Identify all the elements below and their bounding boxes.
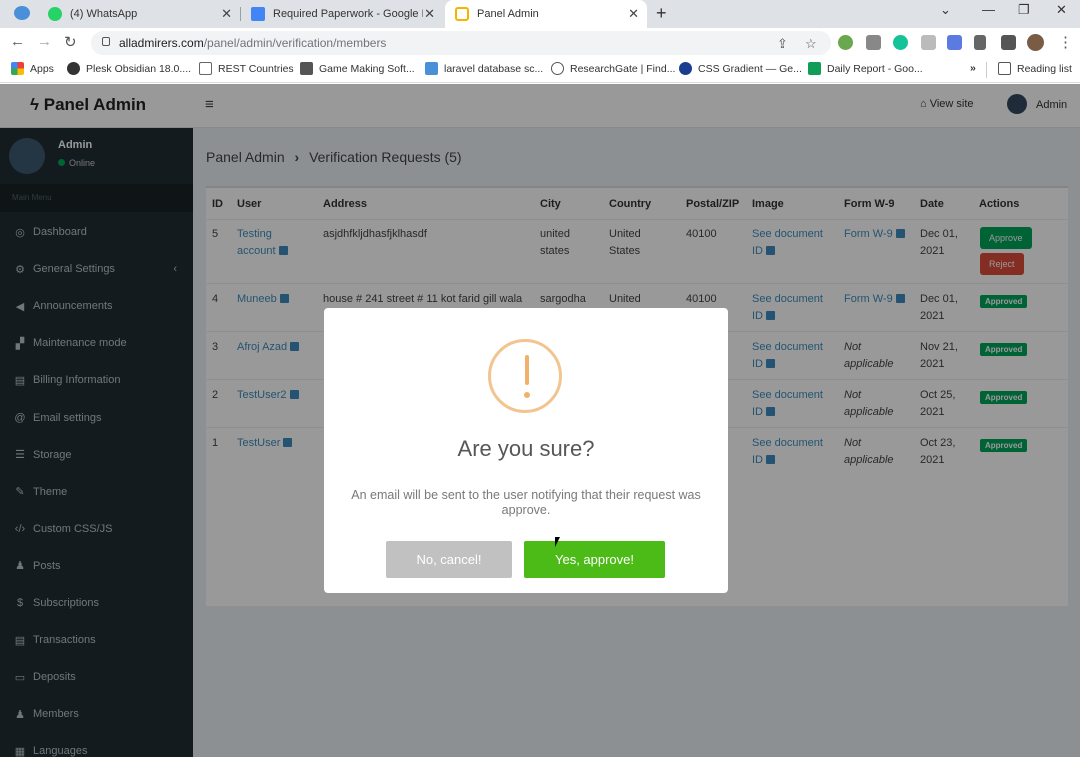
dialog-message: An email will be sent to the user notify… (351, 488, 701, 517)
eyedropper-icon[interactable] (974, 35, 986, 50)
rc-icon (199, 62, 212, 75)
restore-icon[interactable]: ❐ (1018, 2, 1030, 18)
browser-tab-strip: (4) WhatsApp ✕ Required Paperwork - Goog… (0, 0, 1080, 28)
bookmark-game-making[interactable]: Game Making Soft... (300, 62, 415, 75)
reading-list-icon (998, 62, 1011, 75)
panel-admin-favicon (455, 7, 469, 21)
reading-list-label: Reading list (1017, 62, 1072, 75)
tab-close-icon[interactable]: ✕ (221, 6, 232, 22)
bookmark-star-icon[interactable]: ☆ (805, 36, 817, 52)
bookmark-label: Game Making Soft... (319, 62, 415, 75)
bookmark-label: REST Countries (218, 62, 294, 75)
url-host: alladmirers.com (119, 36, 204, 50)
address-bar[interactable]: alladmirers.com/panel/admin/verification… (91, 31, 831, 55)
reload-icon[interactable]: ↻ (64, 33, 77, 51)
bookmark-label: Plesk Obsidian 18.0.... (86, 62, 192, 75)
bookmark-daily-report[interactable]: Daily Report - Goo... (808, 62, 923, 75)
bookmark-plesk[interactable]: Plesk Obsidian 18.0.... (67, 62, 191, 75)
mouse-cursor-icon (555, 537, 560, 547)
bookmark-css-gradient[interactable]: CSS Gradient — Ge... (679, 62, 802, 75)
tab-close-icon[interactable]: ✕ (628, 6, 639, 22)
tab-label: (4) WhatsApp (70, 8, 138, 20)
bookmark-label: Apps (30, 62, 54, 75)
bookmarks-divider (986, 62, 987, 78)
minimize-icon[interactable]: — (982, 2, 995, 17)
bookmark-researchgate[interactable]: ResearchGate | Find... (551, 62, 675, 75)
bookmark-label: ResearchGate | Find... (570, 62, 676, 75)
cancel-button[interactable]: No, cancel! (386, 541, 512, 578)
kebab-menu-icon[interactable]: ⋮ (1058, 33, 1073, 51)
bookmark-apps[interactable]: Apps (11, 62, 54, 75)
chevron-label: » (970, 62, 976, 74)
share-icon[interactable]: ⇪ (777, 36, 788, 52)
bookmark-label: laravel database sc... (444, 62, 544, 75)
extension-icon[interactable] (838, 35, 853, 50)
tab-google-drive[interactable]: Required Paperwork - Google Dr ✕ (241, 0, 443, 28)
sheets-icon (808, 62, 821, 75)
confirm-approve-button[interactable]: Yes, approve! (524, 541, 665, 578)
researchgate-icon (551, 62, 564, 75)
tab-search-chevron-icon[interactable]: ⌄ (940, 2, 951, 18)
forward-arrow-icon[interactable]: → (37, 33, 52, 50)
google-drive-icon (251, 7, 265, 21)
close-window-icon[interactable]: ✕ (1056, 2, 1067, 18)
warning-icon (488, 339, 562, 413)
url-path: /panel/admin/verification/members (203, 36, 387, 50)
grammarly-icon[interactable] (893, 35, 908, 50)
browser-menu-icon[interactable] (14, 6, 30, 20)
tab-label: Panel Admin (477, 8, 539, 20)
shield-extension-icon[interactable] (921, 35, 936, 50)
tab-whatsapp[interactable]: (4) WhatsApp ✕ (38, 0, 240, 28)
bookmark-laravel[interactable]: laravel database sc... (425, 62, 543, 75)
jh-extension-icon[interactable] (947, 35, 962, 50)
bookmark-label: Daily Report - Goo... (827, 62, 923, 75)
game-icon (300, 62, 313, 75)
back-arrow-icon[interactable]: ← (10, 33, 25, 50)
confirm-dialog: Are you sure? An email will be sent to t… (324, 308, 728, 593)
css-gradient-icon (679, 62, 692, 75)
apps-grid-icon (11, 62, 24, 75)
new-tab-plus-icon[interactable]: + (656, 3, 667, 24)
bookmark-label: CSS Gradient — Ge... (698, 62, 802, 75)
bookmarks-overflow-chevron[interactable]: » (970, 62, 976, 74)
reading-list[interactable]: Reading list (998, 62, 1072, 75)
bookmark-rest-countries[interactable]: REST Countries (199, 62, 294, 75)
lock-icon (102, 37, 110, 46)
profile-avatar-icon[interactable] (1027, 34, 1044, 51)
plesk-icon (67, 62, 80, 75)
whatsapp-icon (48, 7, 62, 21)
browser-toolbar: ← → ↻ alladmirers.com/panel/admin/verifi… (0, 28, 1080, 57)
tab-close-icon[interactable]: ✕ (424, 6, 435, 22)
dialog-title: Are you sure? (457, 436, 595, 461)
puzzle-extensions-icon[interactable] (1001, 35, 1016, 50)
tab-label: Required Paperwork - Google Dr (273, 8, 423, 20)
laravel-icon (425, 62, 438, 75)
tab-panel-admin[interactable]: Panel Admin ✕ (445, 0, 647, 28)
bookmarks-bar: Apps Plesk Obsidian 18.0.... REST Countr… (0, 57, 1080, 83)
camera-extension-icon[interactable] (866, 35, 881, 50)
